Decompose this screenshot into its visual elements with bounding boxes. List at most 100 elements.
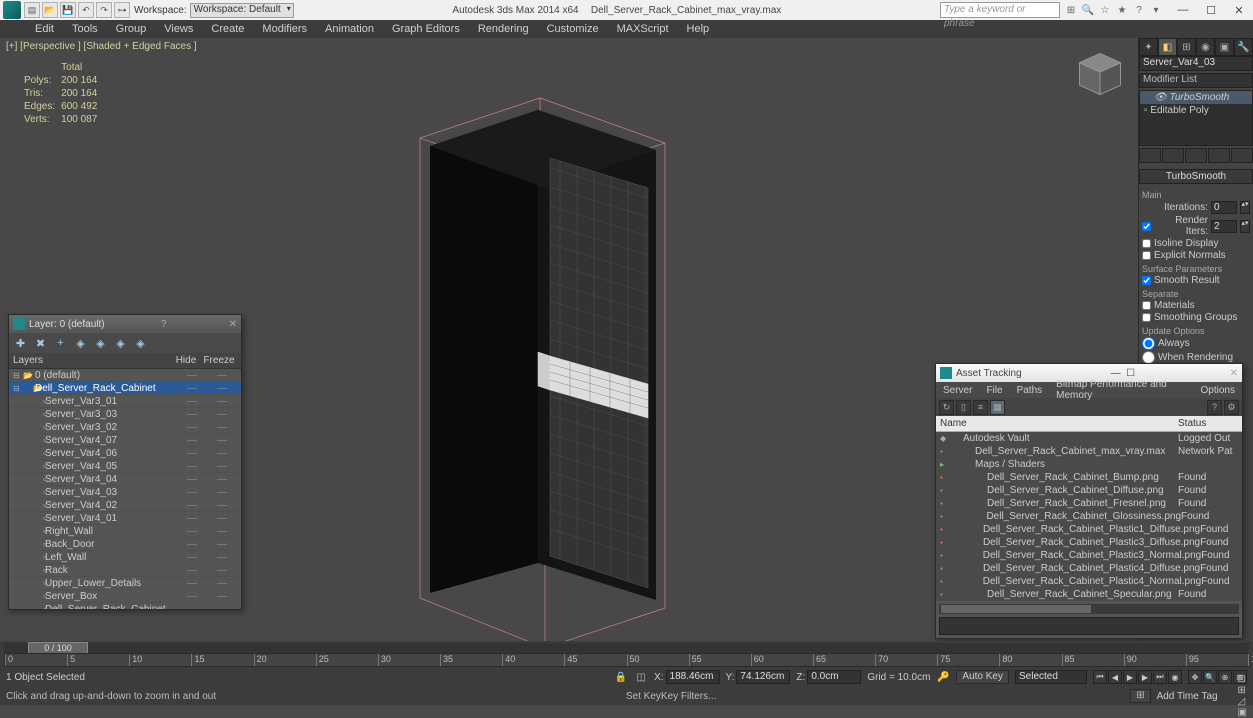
refresh-icon[interactable]: ↻ (939, 400, 954, 415)
tab-create-icon[interactable]: ✦ (1139, 38, 1158, 56)
z-input[interactable]: 0.0cm (807, 670, 861, 684)
layer-row[interactable]: ▫Server_Var3_02—— (9, 421, 241, 434)
asset-row[interactable]: ▪Dell_Server_Rack_Cabinet_Fresnel.pngFou… (936, 497, 1242, 510)
layer-row[interactable]: ⊟📂0 (default)—— (9, 369, 241, 382)
max-toggle-icon[interactable]: ▣ (1238, 707, 1247, 718)
close-button[interactable]: ✕ (1225, 0, 1253, 20)
pin-stack-icon[interactable] (1139, 148, 1161, 163)
selection-set-dropdown[interactable]: Selected (1015, 670, 1087, 684)
minimize-button[interactable]: — (1169, 0, 1197, 20)
setkey-button[interactable]: Set Key (626, 691, 661, 702)
hide-icon[interactable]: ◈ (113, 336, 128, 351)
asset-menu-server[interactable]: Server (936, 385, 979, 396)
asset-maximize-button[interactable]: ☐ (1121, 368, 1136, 379)
search-icon[interactable]: 🔍 (1081, 3, 1095, 17)
qat-link-icon[interactable]: ⊶ (114, 2, 130, 18)
isoline-checkbox[interactable]: Isoline Display (1142, 238, 1250, 249)
asset-row[interactable]: ▪Dell_Server_Rack_Cabinet_Bump.pngFound (936, 471, 1242, 484)
layer-row[interactable]: ▫Server_Var3_01—— (9, 395, 241, 408)
layer-row[interactable]: ▫Server_Box—— (9, 590, 241, 603)
tab-display-icon[interactable]: ▣ (1215, 38, 1234, 56)
settings-icon[interactable]: ⚙ (1224, 400, 1239, 415)
layer-row[interactable]: ⊟📂Dell_Server_Rack_Cabinet—— (9, 382, 241, 395)
asset-menu-paths[interactable]: Paths (1010, 385, 1050, 396)
zoom-icon[interactable]: 🔍 (1203, 670, 1217, 684)
col-freeze[interactable]: Freeze (201, 355, 237, 366)
y-input[interactable]: 74.126cm (736, 670, 790, 684)
asset-row[interactable]: ▪Dell_Server_Rack_Cabinet_Plastic4_Norma… (936, 575, 1242, 588)
asset-row[interactable]: ▪Dell_Server_Rack_Cabinet_Plastic3_Norma… (936, 549, 1242, 562)
asset-row[interactable]: ▪Dell_Server_Rack_Cabinet_Glossiness.png… (936, 510, 1242, 523)
tab-modify-icon[interactable]: ◧ (1158, 38, 1177, 56)
autokey-button[interactable]: Auto Key (956, 670, 1009, 684)
maximize-button[interactable]: ☐ (1197, 0, 1225, 20)
time-slider[interactable]: 0 / 100 (4, 643, 1249, 653)
snap-icon[interactable]: ◫ (634, 670, 648, 684)
search-input[interactable]: Type a keyword or phrase (940, 2, 1060, 18)
layer-row[interactable]: ▫Server_Var4_01—— (9, 512, 241, 525)
asset-row[interactable]: ▪Dell_Server_Rack_Cabinet_Plastic1_Diffu… (936, 523, 1242, 536)
app-logo-icon[interactable] (3, 1, 21, 19)
layer-row[interactable]: ▫Right_Wall—— (9, 525, 241, 538)
layer-close-button[interactable]: ✕ (223, 319, 237, 330)
object-name-input[interactable]: Server_Var4_03 (1139, 56, 1253, 71)
asset-minimize-button[interactable]: — (1111, 368, 1121, 379)
layer-list[interactable]: ⊟📂0 (default)——⊟📂Dell_Server_Rack_Cabine… (9, 369, 241, 609)
asset-row[interactable]: ▪Dell_Server_Rack_Cabinet_Specular.pngFo… (936, 588, 1242, 601)
add-time-tag[interactable]: Add Time Tag (1157, 691, 1218, 702)
asset-row[interactable]: ▪Dell_Server_Rack_Cabinet_max_vray.maxNe… (936, 445, 1242, 458)
layer-row[interactable]: ▫Upper_Lower_Details—— (9, 577, 241, 590)
filter-icon[interactable]: ? (1207, 400, 1222, 415)
smooth-result-checkbox[interactable]: Smooth Result (1142, 275, 1250, 286)
goto-start-icon[interactable]: ⏮ (1093, 670, 1107, 684)
qat-open-icon[interactable]: 📂 (42, 2, 58, 18)
toggle-icon[interactable]: ⊞ (1064, 3, 1078, 17)
modifier-turbosmooth[interactable]: 👁 TurboSmooth (1140, 91, 1252, 104)
menu-maxscript[interactable]: MAXScript (608, 23, 678, 35)
fov-icon[interactable]: ◿ (1238, 696, 1247, 707)
dropdown-icon[interactable]: ▾ (1149, 3, 1163, 17)
highlight-icon[interactable]: ◈ (93, 336, 108, 351)
asset-menu-file[interactable]: File (979, 385, 1009, 396)
goto-end-icon[interactable]: ⏭ (1153, 670, 1167, 684)
layer-row[interactable]: ▫Server_Var4_04—— (9, 473, 241, 486)
asset-row[interactable]: ▪Dell_Server_Rack_Cabinet_Plastic4_Diffu… (936, 562, 1242, 575)
table-icon[interactable]: ▦ (990, 400, 1005, 415)
prev-frame-icon[interactable]: ◀ (1108, 670, 1122, 684)
layer-dialog-titlebar[interactable]: Layer: 0 (default) ? ✕ (9, 315, 241, 333)
star-icon[interactable]: ☆ (1098, 3, 1112, 17)
layer-row[interactable]: ▫Dell_Server_Rack_Cabinet—— (9, 603, 241, 609)
tab-motion-icon[interactable]: ◉ (1196, 38, 1215, 56)
radio-always[interactable]: Always (1142, 337, 1250, 350)
star2-icon[interactable]: ★ (1115, 3, 1129, 17)
col-layers[interactable]: Layers (13, 355, 171, 366)
pan-icon[interactable]: ✥ (1188, 670, 1202, 684)
smoothing-groups-checkbox[interactable]: Smoothing Groups (1142, 312, 1250, 323)
tree-icon[interactable]: ▯ (956, 400, 971, 415)
modifier-stack[interactable]: 👁 TurboSmooth ▫ Editable Poly (1139, 90, 1253, 146)
menu-create[interactable]: Create (202, 23, 253, 35)
menu-modifiers[interactable]: Modifiers (253, 23, 316, 35)
show-end-icon[interactable] (1162, 148, 1184, 163)
asset-close-button[interactable]: ✕ (1224, 368, 1238, 379)
unique-icon[interactable] (1185, 148, 1207, 163)
qat-new-icon[interactable]: ▤ (24, 2, 40, 18)
zoom-ext-icon[interactable]: ⊡ (1238, 674, 1247, 685)
asset-row[interactable]: ▸Maps / Shaders (936, 458, 1242, 471)
layer-row[interactable]: ▫Server_Var4_06—— (9, 447, 241, 460)
qat-redo-icon[interactable]: ↷ (96, 2, 112, 18)
layer-row[interactable]: ▫Back_Door—— (9, 538, 241, 551)
menu-tools[interactable]: Tools (63, 23, 107, 35)
iterations-spinner[interactable]: Iterations:0▴▾ (1142, 201, 1250, 214)
config-icon[interactable] (1231, 148, 1253, 163)
asset-menu-bitmap-performance-and-memory[interactable]: Bitmap Performance and Memory (1049, 379, 1193, 401)
tab-utilities-icon[interactable]: 🔧 (1234, 38, 1253, 56)
asset-row[interactable]: ▪Dell_Server_Rack_Cabinet_Plastic3_Diffu… (936, 536, 1242, 549)
new-layer-icon[interactable]: ✚ (13, 336, 28, 351)
rollout-header[interactable]: TurboSmooth (1139, 169, 1253, 184)
asset-row[interactable]: ▪Dell_Server_Rack_Cabinet_Diffuse.pngFou… (936, 484, 1242, 497)
help-icon[interactable]: ? (1132, 3, 1146, 17)
list-icon[interactable]: ≡ (973, 400, 988, 415)
play-icon[interactable]: ▶ (1123, 670, 1137, 684)
lock-icon[interactable]: 🔒 (614, 670, 628, 684)
